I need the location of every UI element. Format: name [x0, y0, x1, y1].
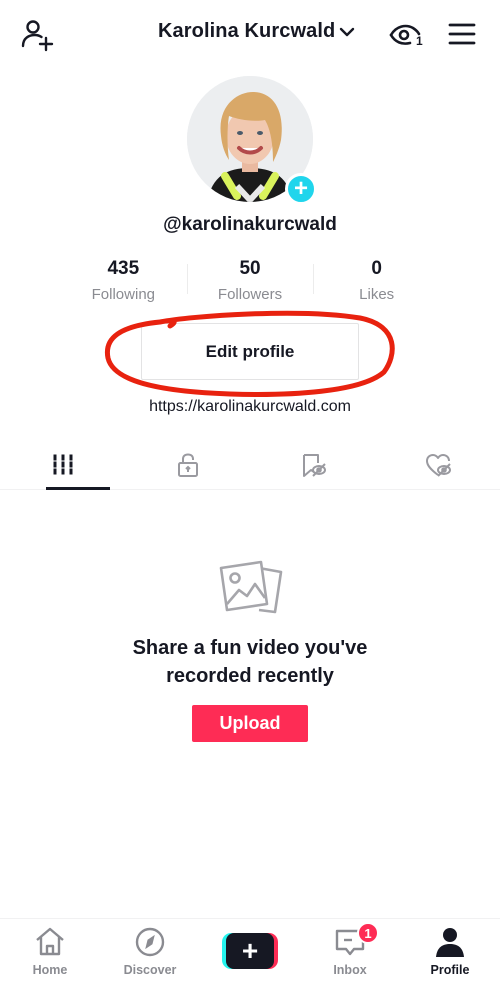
add-user-icon[interactable]	[20, 18, 54, 52]
tab-private[interactable]	[125, 440, 250, 489]
compass-icon	[135, 927, 165, 957]
nav-label: Discover	[123, 963, 177, 977]
stat-value: 435	[107, 258, 140, 279]
bottom-navigation: Home Discover + Inbox 1 Profile	[0, 918, 500, 995]
username-handle: @karolinakurcwald	[163, 214, 337, 235]
stat-likes[interactable]: 0 Likes	[313, 258, 440, 303]
add-avatar-button[interactable]: +	[285, 173, 317, 205]
tab-videos[interactable]	[0, 440, 125, 490]
top-bar: Karolina Kurcwald 1	[0, 0, 500, 70]
stat-following[interactable]: 435 Following	[60, 258, 187, 303]
tab-liked[interactable]	[375, 440, 500, 489]
account-name: Karolina Kurcwald	[158, 20, 336, 42]
stat-label: Followers	[217, 286, 283, 303]
nav-label: Home	[32, 963, 68, 977]
grid-videos-icon	[53, 454, 72, 474]
stat-followers[interactable]: 50 Followers	[186, 258, 314, 303]
empty-state-line2: recorded recently	[166, 665, 334, 687]
stat-label: Likes	[359, 286, 395, 303]
lock-icon	[177, 452, 198, 477]
tab-favorites[interactable]	[250, 440, 375, 489]
edit-profile-button[interactable]: Edit profile	[141, 323, 359, 380]
bookmark-hidden-icon	[302, 453, 326, 477]
chevron-down-icon	[340, 27, 355, 36]
nav-profile[interactable]: Profile	[410, 925, 490, 977]
stat-label: Following	[91, 286, 156, 303]
stat-value: 50	[239, 258, 261, 279]
nav-home[interactable]: Home	[10, 925, 90, 977]
nav-label: Inbox	[333, 963, 367, 977]
plus-icon: +	[226, 933, 274, 969]
heart-hidden-icon	[425, 453, 451, 477]
photos-icon	[219, 560, 283, 614]
content-tabs	[0, 440, 500, 490]
nav-label: Profile	[430, 963, 470, 977]
account-switcher[interactable]: Karolina Kurcwald	[158, 20, 355, 43]
inbox-notification-badge: 1	[357, 922, 379, 944]
website-link[interactable]: https://karolinakurcwald.com	[0, 398, 500, 416]
upload-button[interactable]: Upload	[192, 705, 308, 742]
create-video-button[interactable]: +	[222, 933, 278, 969]
profile-stats: 435 Following 50 Followers 0 Likes	[60, 258, 440, 303]
nav-discover[interactable]: Discover	[110, 925, 190, 977]
person-icon	[436, 928, 464, 957]
home-icon	[36, 927, 64, 956]
stat-value: 0	[371, 258, 382, 279]
empty-state-message: Share a fun video you've recorded recent…	[0, 634, 500, 690]
hamburger-menu-icon[interactable]	[448, 22, 476, 46]
empty-state-line1: Share a fun video you've	[132, 637, 368, 659]
viewers-count: 1	[416, 34, 423, 48]
